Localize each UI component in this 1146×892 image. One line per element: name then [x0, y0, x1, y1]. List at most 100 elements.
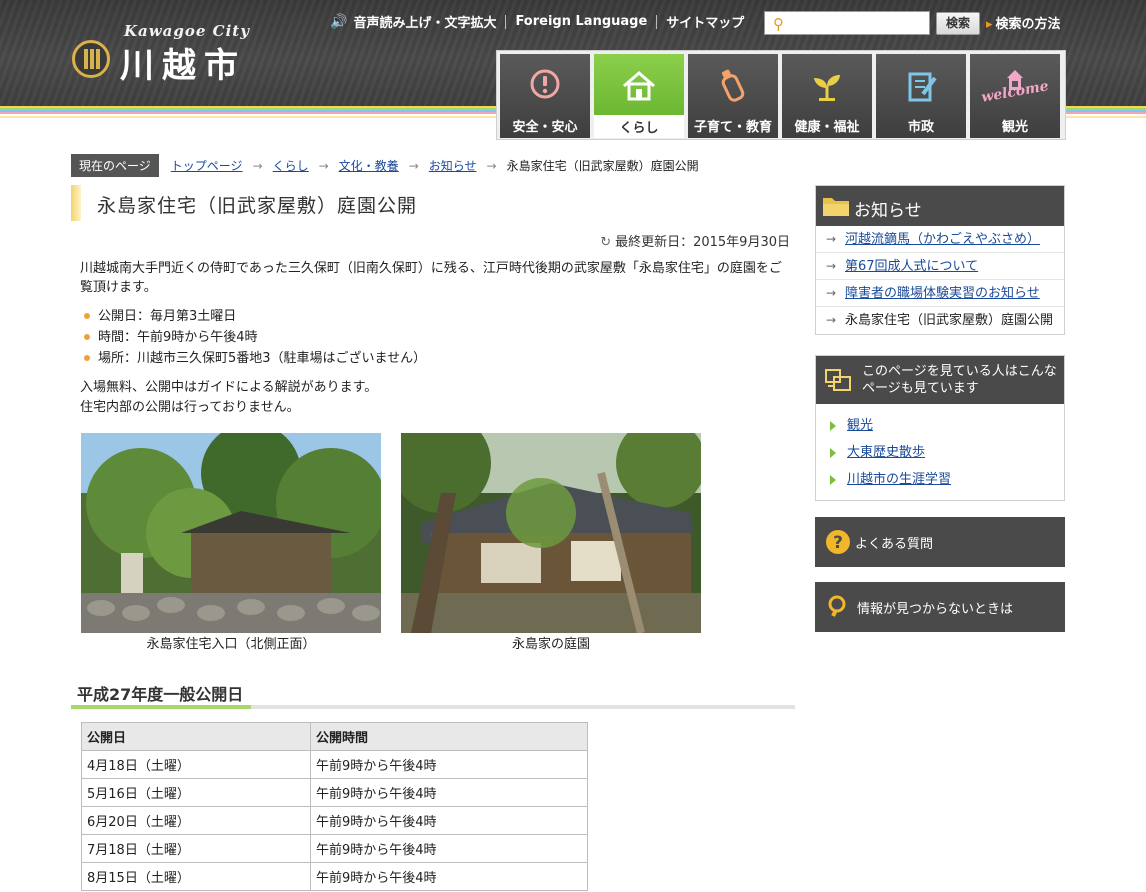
- table-cell: 7月18日（土曜）: [81, 834, 311, 863]
- news-box-title: お知らせ: [854, 201, 922, 221]
- table-cell: 4月18日（土曜）: [81, 750, 311, 779]
- speaker-icon: 🔊: [330, 13, 348, 30]
- breadcrumb-current: 永島家住宅（旧武家屋敷）庭園公開: [506, 159, 699, 173]
- util-link-foreign-language[interactable]: Foreign Language: [515, 14, 647, 29]
- svg-text:?: ?: [833, 533, 843, 553]
- nav-tile-safety[interactable]: 安全・安心: [500, 54, 590, 138]
- site-logo[interactable]: Kawagoe City 川越市: [72, 22, 252, 86]
- logo-japanese: 川越市: [120, 46, 246, 86]
- page-title: 永島家住宅（旧武家屋敷）庭園公開: [97, 195, 418, 217]
- baby-bottle-icon: [721, 69, 745, 102]
- photo-entrance-image: [81, 433, 381, 633]
- breadcrumb-arrow-icon: →: [252, 158, 263, 173]
- related-pages-header: このページを見ている人はこんなページも見ています: [816, 356, 1064, 404]
- last-updated: ↻ 最終更新日：2015年9月30日: [560, 231, 790, 250]
- related-item[interactable]: 大東歴史散歩: [816, 439, 1064, 466]
- note-line: 住宅内部の公開は行っておりません。: [80, 400, 300, 415]
- related-link[interactable]: 川越市の生涯学習: [847, 472, 951, 487]
- question-icon: ?: [826, 530, 850, 554]
- table-cell: 6月20日（土曜）: [81, 806, 311, 835]
- faq-label: よくある質問: [855, 537, 934, 552]
- intro-text: 川越城南大手門近くの侍町であった三久保町（旧南久保町）に残る、江戸時代後期の武家…: [80, 261, 782, 295]
- breadcrumb-arrow-icon: →: [318, 158, 329, 173]
- folder-icon: [823, 198, 849, 216]
- related-item[interactable]: 川越市の生涯学習: [816, 466, 1064, 493]
- faq-button[interactable]: ? よくある質問: [815, 517, 1065, 567]
- nav-tile-city-admin[interactable]: 市政: [876, 54, 966, 138]
- breadcrumb-arrow-icon: →: [486, 158, 497, 173]
- notes: 入場無料、公開中はガイドによる解説があります。 住宅内部の公開は行っておりません…: [80, 378, 377, 418]
- news-list: 河越流鏑馬（かわごえやぶさめ） 第67回成人式について 障害者の職場体験実習のお…: [816, 226, 1064, 334]
- photo-entrance: [81, 433, 381, 633]
- table-cell: 午前9時から午後4時: [310, 862, 588, 891]
- nav-tile-tourism[interactable]: welcome 観光: [970, 54, 1060, 138]
- related-link[interactable]: 大東歴史散歩: [847, 445, 925, 460]
- table-cell: 午前9時から午後4時: [310, 750, 588, 779]
- related-item[interactable]: 観光: [816, 412, 1064, 439]
- nav-tile-childcare[interactable]: 子育て・教育: [688, 54, 778, 138]
- search-help-link[interactable]: 検索の方法: [986, 13, 1061, 32]
- table-row: 5月16日（土曜） 午前9時から午後4時: [81, 778, 588, 807]
- list-item: 時間：午前9時から午後4時: [84, 327, 426, 348]
- photo-garden: [401, 433, 701, 633]
- table-cell: 午前9時から午後4時: [310, 806, 588, 835]
- section-title: 平成27年度一般公開日: [77, 685, 244, 704]
- title-accent-bar: [71, 185, 81, 221]
- nav-tile-label: 健康・福祉: [794, 120, 860, 135]
- table-header-row: 公開日 公開時間: [81, 722, 588, 751]
- breadcrumb-link-news[interactable]: お知らせ: [429, 157, 477, 174]
- util-link-read-aloud[interactable]: 音声読み上げ・文字拡大: [353, 12, 496, 31]
- divider: [656, 14, 658, 29]
- search-button[interactable]: 検索: [936, 12, 980, 35]
- section-heading-block: 平成27年度一般公開日: [71, 677, 795, 709]
- nav-tile-health[interactable]: 健康・福祉: [782, 54, 872, 138]
- nav-tile-label: 市政: [907, 120, 934, 135]
- magnifier-icon: [828, 595, 846, 617]
- util-link-sitemap[interactable]: サイトマップ: [666, 12, 744, 31]
- city-emblem-icon: [72, 40, 110, 78]
- refresh-icon: ↻: [600, 235, 612, 250]
- news-link[interactable]: 障害者の職場体験実習のお知らせ: [845, 286, 1040, 301]
- info-list: 公開日：毎月第3土曜日 時間：午前9時から午後4時 場所：川越市三久保町5番地3…: [84, 306, 426, 369]
- table-cell: 8月15日（土曜）: [81, 862, 311, 891]
- last-updated-text: 最終更新日：2015年9月30日: [615, 235, 790, 250]
- table-cell: 午前9時から午後4時: [310, 778, 588, 807]
- news-box: お知らせ 河越流鏑馬（かわごえやぶさめ） 第67回成人式について 障害者の職場体…: [815, 185, 1065, 335]
- not-found-button[interactable]: 情報が見つからないときは: [815, 582, 1065, 632]
- global-nav: 安全・安心 くらし 子育て・教育 健康・福祉 市政 welcome 観光: [496, 50, 1066, 140]
- news-item[interactable]: 第67回成人式について: [816, 253, 1064, 280]
- news-link[interactable]: 第67回成人式について: [845, 259, 978, 274]
- breadcrumb-here-label: 現在のページ: [71, 154, 159, 177]
- breadcrumb-link-culture[interactable]: 文化・教養: [339, 157, 399, 174]
- table-row: 7月18日（土曜） 午前9時から午後4時: [81, 834, 588, 863]
- nav-tile-living[interactable]: くらし: [594, 54, 684, 138]
- news-item-current: 永島家住宅（旧武家屋敷）庭園公開: [816, 307, 1064, 334]
- search-input[interactable]: [793, 14, 925, 32]
- schedule-table: 公開日 公開時間 4月18日（土曜） 午前9時から午後4時 5月16日（土曜） 午前…: [81, 722, 588, 891]
- photo-garden-image: [401, 433, 701, 633]
- news-box-header: お知らせ: [816, 186, 1064, 226]
- breadcrumb-arrow-icon: →: [408, 158, 419, 173]
- nav-tile-label: 観光: [1001, 120, 1028, 135]
- table-row: 6月20日（土曜） 午前9時から午後4時: [81, 806, 588, 835]
- related-pages-title: このページを見ている人はこんなページも見ています: [862, 364, 1057, 396]
- column-header: 公開日: [81, 722, 311, 751]
- breadcrumb: 現在のページ トップページ → くらし → 文化・教養 → お知らせ → 永島家…: [71, 154, 699, 177]
- news-link[interactable]: 河越流鏑馬（かわごえやぶさめ）: [845, 232, 1040, 247]
- table-row: 8月15日（土曜） 午前9時から午後4時: [81, 862, 588, 891]
- breadcrumb-link-top[interactable]: トップページ: [171, 157, 243, 174]
- related-link[interactable]: 観光: [847, 418, 873, 433]
- breadcrumb-link-living[interactable]: くらし: [273, 157, 309, 174]
- house-icon: [623, 71, 655, 101]
- column-header: 公開時間: [310, 722, 588, 751]
- table-cell: 5月16日（土曜）: [81, 778, 311, 807]
- news-item[interactable]: 河越流鏑馬（かわごえやぶさめ）: [816, 226, 1064, 253]
- nav-tile-label: 安全・安心: [512, 120, 578, 135]
- search-box: ⚲: [764, 11, 930, 35]
- divider: [505, 14, 507, 29]
- sprout-icon: [814, 75, 840, 101]
- not-found-label: 情報が見つからないときは: [857, 602, 1014, 617]
- news-item[interactable]: 障害者の職場体験実習のお知らせ: [816, 280, 1064, 307]
- list-item: 公開日：毎月第3土曜日: [84, 306, 426, 327]
- search-icon: ⚲: [773, 15, 784, 33]
